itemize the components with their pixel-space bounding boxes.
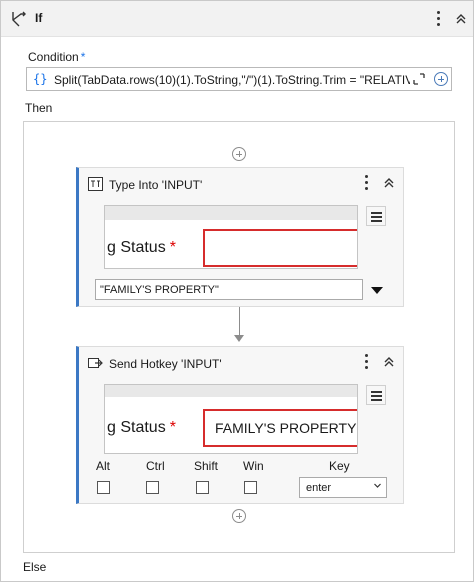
required-marker: *	[80, 50, 86, 64]
preview-required-marker: *	[169, 239, 176, 256]
expand-editor-icon[interactable]	[413, 73, 425, 85]
condition-value: Split(TabData.rows(10)(1).ToString,"/")(…	[54, 73, 410, 87]
send-hotkey-target-preview: g Status * FAMILY'S PROPERTY	[104, 384, 358, 454]
type-into-title: Type Into 'INPUT'	[109, 178, 203, 192]
alt-label: Alt	[96, 459, 111, 473]
send-hotkey-collapse-icon[interactable]	[382, 355, 396, 369]
alt-checkbox[interactable]	[97, 481, 110, 494]
condition-label-text: Condition	[28, 50, 79, 64]
preview-target-field: FAMILY'S PROPERTY	[203, 409, 357, 447]
preview-label: g Status *	[107, 419, 176, 437]
flow-connector	[239, 307, 240, 337]
condition-input[interactable]: {} Split(TabData.rows(10)(1).ToString,"/…	[26, 67, 452, 91]
more-options-icon[interactable]	[435, 10, 443, 28]
preview-strip	[105, 206, 357, 220]
type-into-target-preview: g Status *	[104, 205, 358, 269]
preview-label: g Status *	[107, 239, 176, 257]
preview-target-field	[203, 229, 357, 267]
then-label: Then	[25, 101, 53, 115]
ctrl-checkbox[interactable]	[146, 481, 159, 494]
send-hotkey-more-icon[interactable]	[363, 353, 371, 371]
if-activity-card: If Condition * {} Split(TabData.rows(10)(…	[0, 0, 474, 582]
send-hotkey-icon	[88, 358, 103, 368]
shift-label: Shift	[194, 459, 219, 473]
win-label: Win	[243, 459, 264, 473]
send-hotkey-title: Send Hotkey 'INPUT'	[109, 357, 222, 371]
type-into-more-icon[interactable]	[363, 174, 371, 192]
target-menu-icon[interactable]	[366, 206, 386, 226]
add-activity-icon-top[interactable]	[232, 147, 246, 161]
expression-braces-icon: {}	[33, 72, 48, 86]
ctrl-label: Ctrl	[146, 459, 165, 473]
target-menu-icon[interactable]	[366, 385, 386, 405]
if-header[interactable]: If	[1, 1, 473, 37]
type-into-activity[interactable]: Type Into 'INPUT' g Status * "FAMILY'S PR…	[76, 167, 404, 307]
preview-required-marker: *	[169, 419, 176, 436]
flow-arrow-icon	[234, 335, 244, 342]
branch-icon	[12, 11, 26, 27]
add-activity-icon-bottom[interactable]	[232, 509, 246, 523]
dropdown-arrow-icon[interactable]	[367, 281, 387, 299]
collapse-icon[interactable]	[454, 12, 468, 26]
preview-strip	[105, 385, 357, 397]
type-into-icon	[88, 177, 103, 191]
condition-label: Condition *	[28, 50, 85, 64]
preview-label-text: g Status	[107, 419, 166, 436]
type-into-collapse-icon[interactable]	[382, 176, 396, 190]
add-argument-icon[interactable]	[434, 72, 448, 86]
preview-label-text: g Status	[107, 239, 166, 256]
shift-checkbox[interactable]	[196, 481, 209, 494]
else-label: Else	[23, 560, 47, 574]
send-hotkey-activity[interactable]: Send Hotkey 'INPUT' g Status * FAMILY'S P…	[76, 346, 404, 504]
chevron-down-icon[interactable]	[373, 481, 382, 490]
key-label: Key	[329, 459, 350, 473]
if-title: If	[35, 11, 43, 25]
type-into-text-input[interactable]: "FAMILY'S PROPERTY"	[95, 279, 363, 300]
win-checkbox[interactable]	[244, 481, 257, 494]
